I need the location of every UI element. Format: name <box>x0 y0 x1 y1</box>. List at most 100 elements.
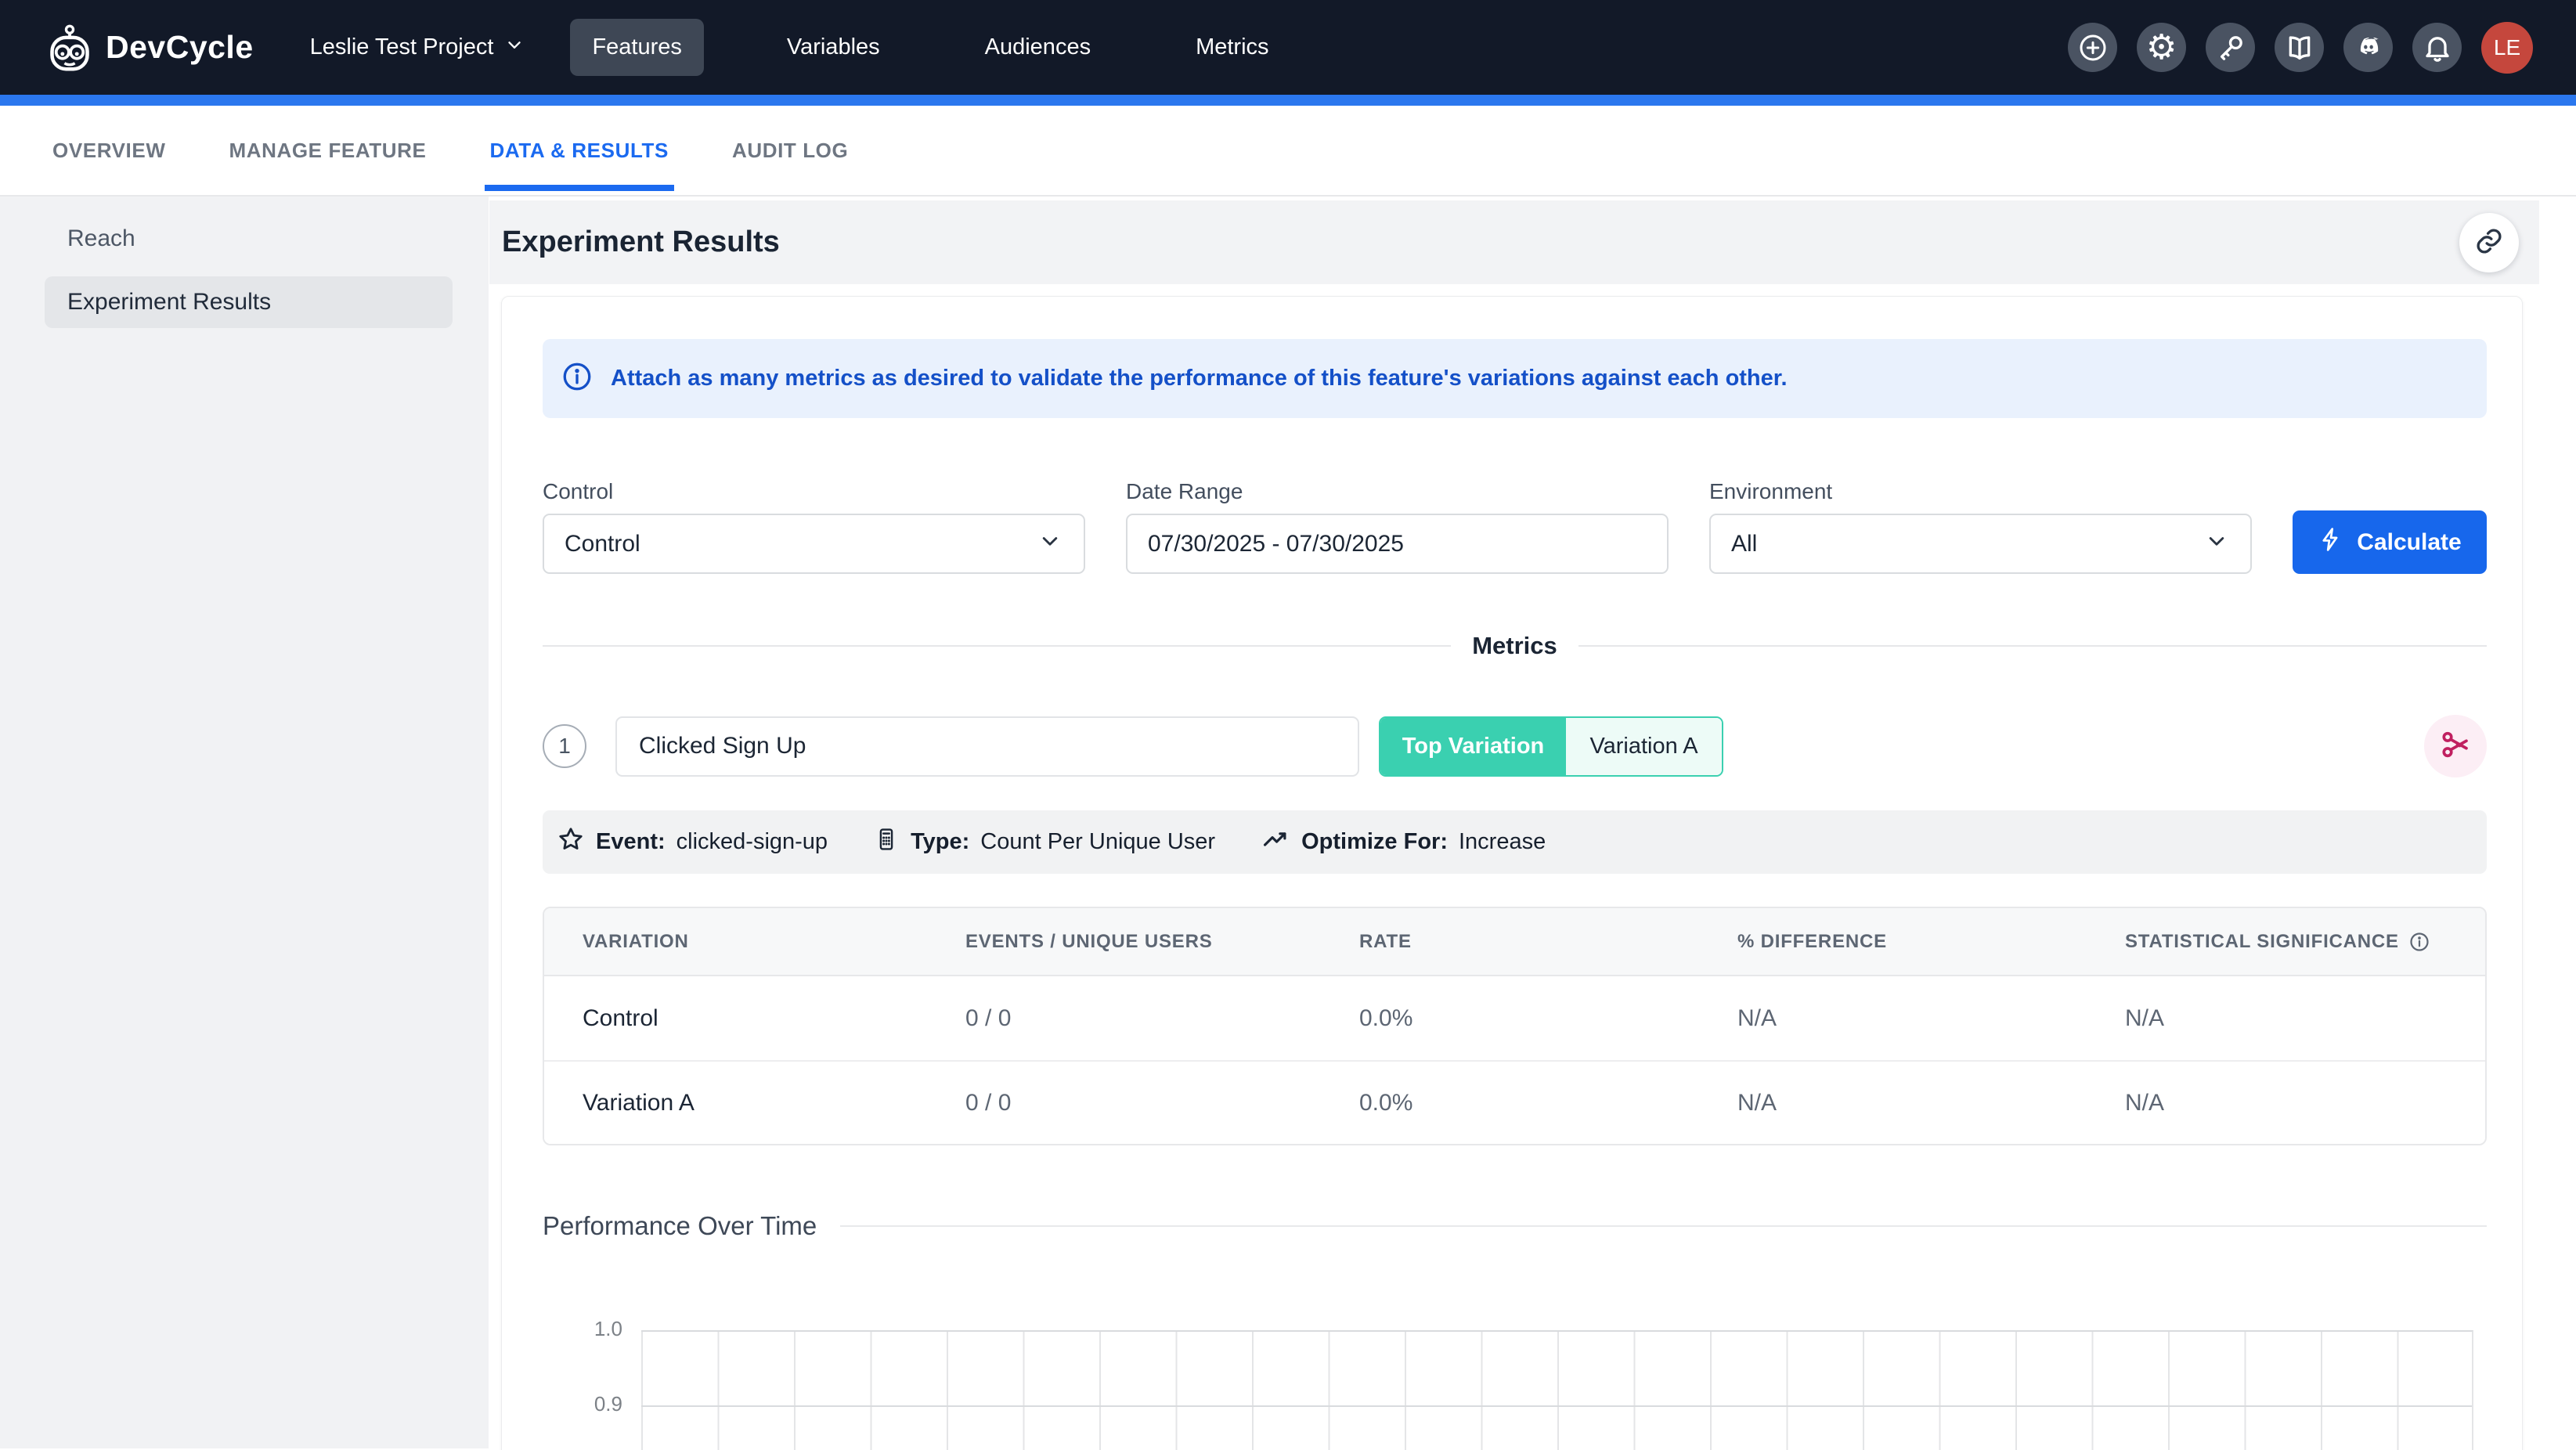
optimize-detail: Optimize For: Increase <box>1261 824 1546 860</box>
column-header-rate: RATE <box>1359 931 1737 953</box>
calculate-button-label: Calculate <box>2357 529 2461 556</box>
brand-name: DevCycle <box>106 29 254 66</box>
column-header-difference: % DIFFERENCE <box>1737 931 2125 953</box>
type-value: Count Per Unique User <box>980 829 1215 855</box>
top-navigation: DevCycle Leslie Test Project Features Va… <box>0 0 2576 95</box>
metric-name-input[interactable]: Clicked Sign Up <box>615 716 1359 777</box>
optimize-label: Optimize For: <box>1301 829 1448 855</box>
event-label: Event: <box>596 829 666 855</box>
table-row-variation-a: Variation A 0 / 0 0.0% N/A N/A <box>544 1060 2485 1144</box>
docs-button[interactable] <box>2275 23 2324 72</box>
tab-data-results[interactable]: DATA & RESULTS <box>490 106 669 195</box>
plus-circle-icon <box>2077 32 2109 63</box>
calculate-button[interactable]: Calculate <box>2293 510 2487 574</box>
events-value: 0 / 0 <box>965 1005 1359 1032</box>
scissors-icon <box>2439 728 2472 765</box>
metric-row: 1 Clicked Sign Up Top Variation Variatio… <box>543 715 2487 777</box>
events-value: 0 / 0 <box>965 1090 1359 1116</box>
detach-metric-button[interactable] <box>2424 715 2487 777</box>
date-range-input[interactable]: 07/30/2025 - 07/30/2025 <box>1126 514 1669 574</box>
page-header: Experiment Results <box>489 200 2539 284</box>
control-select[interactable]: Control <box>543 514 1085 574</box>
api-keys-button[interactable] <box>2206 23 2255 72</box>
nav-item-variables[interactable]: Variables <box>765 19 902 76</box>
book-icon <box>2284 32 2315 63</box>
table-row-control: Control 0 / 0 0.0% N/A N/A <box>544 976 2485 1060</box>
column-header-events: EVENTS / UNIQUE USERS <box>965 931 1359 953</box>
type-detail: Type: Count Per Unique User <box>873 826 1215 859</box>
date-range-value: 07/30/2025 - 07/30/2025 <box>1148 531 1404 557</box>
discord-icon <box>2352 31 2385 64</box>
toggle-variation-a[interactable]: Variation A <box>1566 718 1722 775</box>
column-header-significance-label: STATISTICAL SIGNIFICANCE <box>2125 931 2399 953</box>
info-banner: Attach as many metrics as desired to val… <box>543 339 2487 418</box>
metrics-section-title: Metrics <box>1472 632 1557 660</box>
project-selector[interactable]: Leslie Test Project <box>310 34 525 61</box>
results-sidebar: Reach Experiment Results <box>0 197 489 1448</box>
tab-overview[interactable]: OVERVIEW <box>52 106 165 195</box>
rate-value: 0.0% <box>1359 1005 1737 1032</box>
info-circle-icon <box>561 360 593 397</box>
environment-select[interactable]: All <box>1709 514 2252 574</box>
accent-loading-bar <box>0 95 2576 106</box>
variation-name: Control <box>544 1005 965 1032</box>
control-field-group: Control Control <box>543 479 1085 574</box>
chevron-down-icon <box>504 34 525 61</box>
notifications-button[interactable] <box>2412 23 2462 72</box>
results-table-header: VARIATION EVENTS / UNIQUE USERS RATE % D… <box>544 908 2485 976</box>
user-avatar[interactable]: LE <box>2481 22 2533 74</box>
discord-button[interactable] <box>2343 23 2393 72</box>
trend-up-icon <box>1261 824 1290 860</box>
divider-line <box>543 645 1451 647</box>
y-axis-tick-1: 1.0 <box>569 1317 622 1341</box>
significance-value: N/A <box>2125 1090 2485 1116</box>
bell-icon <box>2422 32 2453 63</box>
column-header-significance: STATISTICAL SIGNIFICANCE <box>2125 931 2485 953</box>
nav-item-metrics[interactable]: Metrics <box>1174 19 1290 76</box>
significance-value: N/A <box>2125 1005 2485 1032</box>
variation-toggle: Top Variation Variation A <box>1379 716 1723 777</box>
chevron-down-icon <box>1037 528 1063 561</box>
chart-title: Performance Over Time <box>543 1211 817 1241</box>
metric-detail-bar: Event: clicked-sign-up Type: Count Per U… <box>543 810 2487 874</box>
nav-item-audiences[interactable]: Audiences <box>963 19 1113 76</box>
optimize-value: Increase <box>1459 829 1546 855</box>
environment-field-group: Environment All <box>1709 479 2252 574</box>
performance-chart: 1.0 0.9 <box>641 1330 2473 1450</box>
create-new-button[interactable] <box>2068 23 2117 72</box>
feature-tabbar: OVERVIEW MANAGE FEATURE DATA & RESULTS A… <box>0 106 2576 197</box>
calculator-icon <box>873 826 900 859</box>
brand-logo[interactable]: DevCycle <box>45 24 254 71</box>
date-range-label: Date Range <box>1126 479 1669 504</box>
copy-link-button[interactable] <box>2459 213 2519 272</box>
gear-icon: ⚙ <box>2146 31 2177 65</box>
lightning-bolt-icon <box>2318 526 2344 559</box>
devcycle-robot-icon <box>45 24 95 71</box>
project-name: Leslie Test Project <box>310 34 494 60</box>
settings-button[interactable]: ⚙ <box>2137 23 2186 72</box>
date-range-field-group: Date Range 07/30/2025 - 07/30/2025 <box>1126 479 1669 574</box>
sidebar-item-reach[interactable]: Reach <box>0 222 489 256</box>
page-layout: Reach Experiment Results Experiment Resu… <box>0 197 2576 1448</box>
environment-select-value: All <box>1731 531 1757 557</box>
type-label: Type: <box>911 829 969 855</box>
column-header-variation: VARIATION <box>544 931 965 953</box>
chevron-down-icon <box>2203 528 2230 561</box>
tab-audit-log[interactable]: AUDIT LOG <box>732 106 848 195</box>
sidebar-item-experiment-results[interactable]: Experiment Results <box>45 276 453 328</box>
nav-item-features[interactable]: Features <box>570 19 703 76</box>
chart-plot-area <box>641 1330 2473 1450</box>
control-label: Control <box>543 479 1085 504</box>
info-circle-icon[interactable] <box>2408 931 2430 953</box>
page-title: Experiment Results <box>502 225 780 259</box>
chart-section-header: Performance Over Time <box>543 1211 2487 1241</box>
star-icon <box>557 825 585 860</box>
tab-manage-feature[interactable]: MANAGE FEATURE <box>229 106 426 195</box>
event-detail: Event: clicked-sign-up <box>557 825 828 860</box>
control-select-value: Control <box>565 531 640 557</box>
difference-value: N/A <box>1737 1005 2125 1032</box>
difference-value: N/A <box>1737 1090 2125 1116</box>
toggle-top-variation[interactable]: Top Variation <box>1380 718 1566 775</box>
main-nav: Features Variables Audiences Metrics <box>570 19 1290 76</box>
metric-index-badge: 1 <box>543 724 586 768</box>
